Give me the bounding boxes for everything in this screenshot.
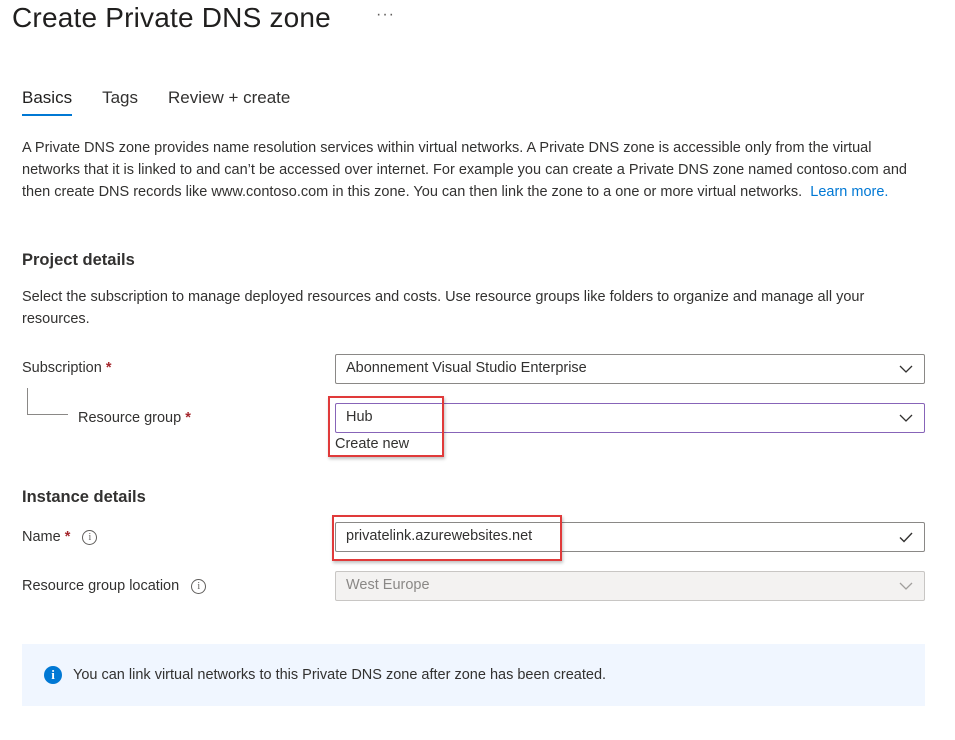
info-banner: i You can link virtual networks to this … bbox=[22, 644, 925, 706]
project-details-subtext: Select the subscription to manage deploy… bbox=[22, 289, 865, 327]
chevron-down-icon bbox=[899, 582, 913, 590]
more-options-button[interactable]: ··· bbox=[376, 6, 395, 24]
learn-more-link[interactable]: Learn more. bbox=[810, 184, 888, 200]
location-label-text: Resource group location bbox=[22, 578, 180, 594]
name-label-text: Name bbox=[22, 529, 61, 545]
page-title: Create Private DNS zone bbox=[12, 2, 331, 33]
required-mark: * bbox=[105, 360, 112, 376]
subscription-label: Subscription * bbox=[22, 360, 111, 376]
tab-bar: Basics Tags Review + create bbox=[22, 88, 320, 116]
banner-text: You can link virtual networks to this Pr… bbox=[73, 667, 607, 683]
highlight-box bbox=[328, 396, 444, 457]
checkmark-icon bbox=[899, 532, 913, 543]
tree-connector bbox=[27, 388, 68, 415]
resource-group-label-text: Resource group bbox=[78, 410, 182, 426]
location-label: Resource group location i bbox=[22, 578, 207, 594]
description-text: A Private DNS zone provides name resolut… bbox=[22, 140, 907, 200]
subscription-label-text: Subscription bbox=[22, 360, 102, 376]
description: A Private DNS zone provides name resolut… bbox=[22, 137, 932, 203]
info-icon: i bbox=[44, 666, 62, 684]
tab-tags[interactable]: Tags bbox=[102, 88, 138, 116]
chevron-down-icon bbox=[899, 365, 913, 373]
info-icon[interactable]: i bbox=[191, 579, 207, 594]
project-details-heading: Project details bbox=[22, 251, 135, 269]
required-mark: * bbox=[64, 529, 71, 545]
location-dropdown: West Europe bbox=[335, 571, 925, 601]
required-mark: * bbox=[185, 410, 191, 426]
resource-group-label: Resource group * bbox=[78, 410, 191, 426]
info-icon[interactable]: i bbox=[82, 530, 98, 545]
name-label: Name * i bbox=[22, 529, 98, 545]
tab-basics[interactable]: Basics bbox=[22, 88, 73, 116]
subscription-dropdown[interactable]: Abonnement Visual Studio Enterprise bbox=[335, 354, 925, 384]
tab-review-create[interactable]: Review + create bbox=[168, 88, 290, 116]
chevron-down-icon bbox=[899, 414, 913, 422]
location-value: West Europe bbox=[346, 577, 430, 593]
instance-details-heading: Instance details bbox=[22, 488, 146, 506]
highlight-box bbox=[332, 515, 562, 561]
subscription-value: Abonnement Visual Studio Enterprise bbox=[346, 360, 587, 376]
